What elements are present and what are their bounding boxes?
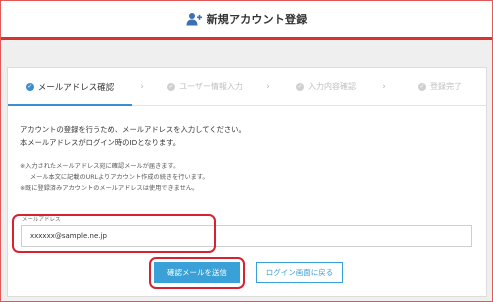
email-label: メールアドレス (22, 217, 61, 223)
back-to-login-button[interactable]: ログイン画面に戻る (256, 262, 343, 283)
step-complete: ✓ 登録完了 (394, 68, 486, 105)
step-label: メールアドレス確認 (37, 82, 115, 93)
notes-text: ※入力されたメールアドレス宛に確認メールが届きます。 メール本文に記載のURLよ… (20, 161, 209, 194)
chevron-right-icon: › (382, 81, 386, 92)
step-indicator: ✓ メールアドレス確認 › ✓ ユーザー情報入力 › ✓ 入力内容確認 › ✓ … (8, 68, 486, 106)
page-title: 新規アカウント登録 (206, 13, 308, 26)
user-add-icon (186, 13, 202, 26)
check-icon: ✓ (167, 82, 176, 91)
check-icon: ✓ (296, 82, 304, 91)
intro-line: 本メールアドレスがログイン時のIDとなります。 (20, 137, 181, 147)
step-email-confirm: ✓ メールアドレス確認 (8, 68, 132, 106)
note-line: メール本文に記載のURLよりアカウント作成の続きを行います。 (30, 174, 209, 181)
chevron-right-icon: › (140, 81, 144, 92)
step-confirm-input: ✓ 入力内容確認 (278, 68, 374, 105)
note-line: ※既に登録済みアカウントのメールアドレスは使用できません。 (20, 185, 199, 192)
check-icon: ✓ (418, 82, 426, 91)
send-confirmation-button[interactable]: 確認メールを送信 (154, 262, 240, 283)
page-header: 新規アカウント登録 (1, 1, 492, 37)
chevron-right-icon: › (266, 81, 270, 92)
step-label: 登録完了 (430, 82, 462, 91)
note-line: ※入力されたメールアドレス宛に確認メールが届きます。 (20, 163, 180, 170)
step-label: 入力内容確認 (308, 82, 356, 91)
check-icon: ✓ (25, 82, 34, 91)
intro-line: アカウントの登録を行うため、メールアドレスを入力してください。 (20, 125, 246, 134)
step-user-info: ✓ ユーザー情報入力 (152, 68, 258, 105)
email-field[interactable] (21, 225, 472, 247)
step-label: ユーザー情報入力 (179, 82, 243, 91)
intro-text: アカウントの登録を行うため、メールアドレスを入力してください。 本メールアドレス… (20, 124, 246, 149)
